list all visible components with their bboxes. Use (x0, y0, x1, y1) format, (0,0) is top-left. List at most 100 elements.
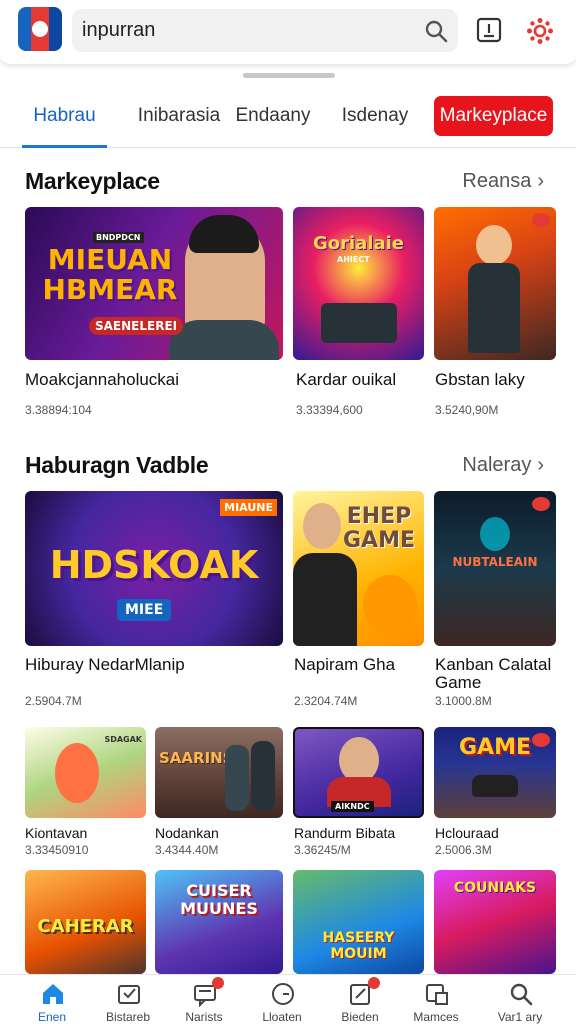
nav-label: Bistareb (105, 1010, 151, 1024)
notification-badge (212, 977, 224, 989)
game-card-thumbnail[interactable]: EHEP GAME (293, 491, 424, 646)
character-image (225, 745, 249, 811)
game-card-thumbnail[interactable]: Gorialaie AHIECT (293, 207, 424, 360)
game-card-thumbnail[interactable]: GAME (434, 727, 556, 818)
game-title[interactable]: Gbstan laky (435, 371, 525, 389)
hair-shape (189, 215, 259, 253)
tab-endaany[interactable]: Endaany (232, 92, 314, 148)
section-more-link[interactable]: Naleray › (462, 454, 544, 477)
game-title[interactable]: Randurm Bibata (294, 824, 395, 842)
game-card-thumbnail[interactable]: MIAUNE HDSKOAK MIEE (25, 491, 283, 646)
nav-label: Narists (185, 1010, 223, 1024)
game-meta: 2.3204.74M (294, 694, 358, 708)
game-title[interactable]: Nodankan (155, 824, 219, 842)
thumb-title: HASEERY MOUIM (322, 930, 395, 962)
person-image (303, 503, 341, 549)
notification-badge (368, 977, 380, 989)
game-title[interactable]: Kanban Calatal Game (435, 656, 555, 692)
game-card-thumbnail[interactable]: AIKNDC (293, 727, 424, 818)
thumb-subtitle: MIEE (117, 599, 172, 621)
library-icon (426, 984, 448, 1005)
game-meta: 2.5006.3M (435, 843, 492, 857)
character-body (468, 263, 520, 353)
nav-lloaten[interactable]: Lloaten (242, 975, 322, 1024)
nav-bieden[interactable]: Bieden (320, 975, 400, 1024)
game-meta: 3.5240,90M (435, 403, 499, 417)
section-more-link[interactable]: Reansa › (462, 170, 544, 193)
search-input[interactable] (82, 9, 412, 52)
thumb-tag: SDAGAK (104, 735, 142, 744)
person-body (293, 553, 357, 646)
tab-markeyplace[interactable]: Markeyplace (434, 96, 553, 136)
nav-narists[interactable]: Narists (164, 975, 244, 1024)
badge-icon (532, 733, 550, 747)
thumb-title: COUNIAKS (453, 880, 537, 896)
game-meta: 3.33450910 (25, 843, 89, 857)
badge-icon (532, 497, 550, 511)
console-image (321, 303, 397, 343)
shoulders-shape (169, 320, 279, 360)
nav-label: Enen (37, 1010, 67, 1024)
section-title: Markeyplace (25, 168, 160, 194)
thumb-title: SAARINS (159, 749, 234, 767)
game-title[interactable]: Napiram Gha (294, 656, 395, 674)
thumb-title: CAHERAR (37, 916, 134, 937)
game-card-thumbnail[interactable]: CUISER MUUNES (155, 870, 283, 974)
game-card-thumbnail[interactable] (434, 207, 556, 360)
nav-variary[interactable]: Var1 ary (480, 975, 560, 1024)
search-icon[interactable] (424, 19, 448, 43)
section-more-label[interactable]: Reansa (462, 170, 531, 192)
car-image (472, 775, 518, 797)
game-meta: 3.4344.40M (155, 843, 219, 857)
game-title[interactable]: Moakcjannaholuckai (25, 371, 179, 389)
nav-label: Bieden (341, 1010, 379, 1024)
thumb-title: EHEP GAME (342, 504, 415, 553)
game-card-thumbnail[interactable]: COUNIAKS (434, 870, 556, 974)
game-title[interactable]: Kiontavan (25, 824, 87, 842)
thumb-title: NUBTALEAIN (452, 555, 538, 569)
app-logo[interactable] (18, 7, 62, 51)
game-title[interactable]: Hiburay NedarMlanip (25, 656, 185, 674)
game-title[interactable]: Kardar ouikal (296, 371, 396, 389)
thumb-title: AIKNDC (331, 801, 374, 812)
game-meta: 3.33394,600 (296, 403, 363, 417)
game-card-thumbnail[interactable]: SDAGAK (25, 727, 146, 818)
thumb-title: Gorialaie (312, 233, 405, 254)
tab-isdenay[interactable]: Isdenay (336, 92, 414, 148)
game-card-thumbnail[interactable]: CAHERAR (25, 870, 146, 974)
nav-label: Mamces (413, 1010, 459, 1024)
game-card-thumbnail[interactable]: HASEERY MOUIM (293, 870, 424, 974)
section-more-label[interactable]: Naleray (462, 454, 531, 476)
nav-label: Var1 ary (497, 1010, 543, 1024)
game-card-thumbnail[interactable]: NUBTALEAIN (434, 491, 556, 646)
game-meta: 3.1000.8M (435, 694, 492, 708)
top-bar (0, 0, 576, 64)
settings-icon[interactable] (526, 17, 554, 45)
character-image (251, 741, 275, 811)
thumb-subtitle: AHIECT (337, 255, 370, 264)
game-title[interactable]: Hclouraad (435, 824, 499, 842)
nav-bistareb[interactable]: Bistareb (88, 975, 168, 1024)
badge-icon (532, 213, 550, 227)
section-title: Haburagn Vadble (25, 452, 209, 478)
share-icon[interactable] (476, 17, 502, 43)
box-icon (118, 985, 140, 1004)
game-meta: 2.5904.7M (25, 694, 82, 708)
clock-icon (272, 983, 294, 1005)
drag-handle[interactable] (243, 73, 335, 78)
nav-label: Lloaten (262, 1010, 302, 1024)
nav-mamces[interactable]: Mamces (396, 975, 476, 1024)
chevron-right-icon: › (537, 170, 544, 192)
game-meta: 3.36245/M (294, 843, 351, 857)
tab-inibarasia[interactable]: Inibarasia (120, 92, 238, 148)
character-image (480, 517, 510, 551)
tab-habrau[interactable]: Habrau (22, 92, 107, 148)
game-card-thumbnail[interactable]: SAARINS (155, 727, 283, 818)
thumb-title: MIEUAN HBMEAR (42, 243, 178, 306)
game-card-thumbnail[interactable]: BNDPDCN MIEUAN HBMEAR SAENELEREI (25, 207, 283, 360)
thumb-title: CUISER MUUNES (180, 881, 258, 918)
home-icon (43, 984, 63, 1004)
search-box[interactable] (72, 9, 458, 52)
bottom-nav: Enen Bistareb Narists Lloaten Bieden Mam… (0, 974, 576, 1024)
nav-home[interactable]: Enen (12, 975, 92, 1024)
